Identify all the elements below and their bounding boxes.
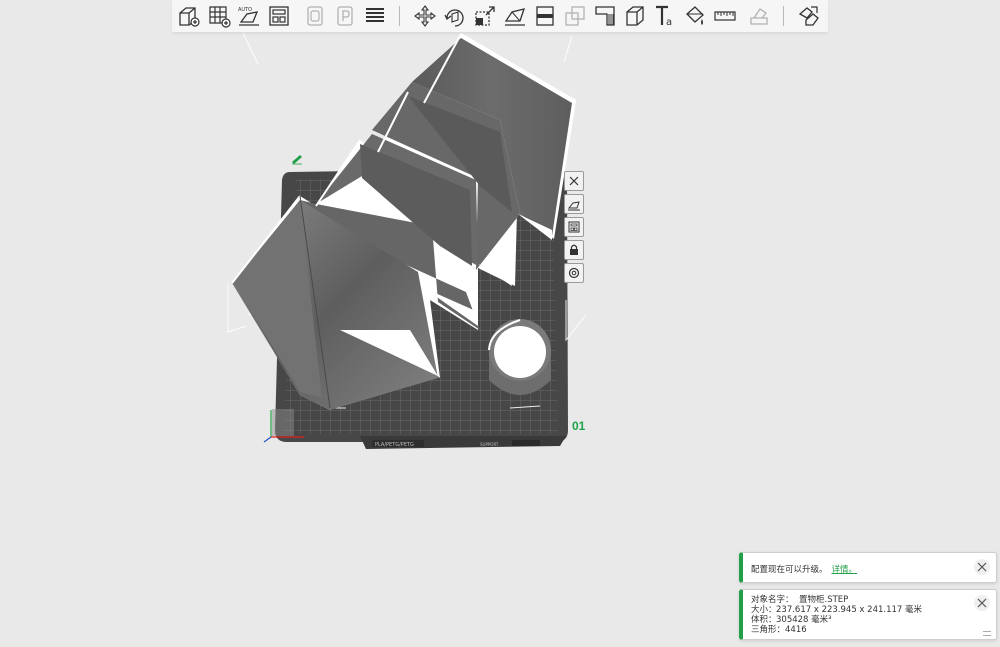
delete-icon	[569, 176, 579, 186]
update-notification: 配置现在可以升级。 详情。	[739, 552, 997, 583]
close-update-notification-button[interactable]	[974, 559, 990, 575]
object-triangles-value: 4416	[785, 625, 807, 635]
auto-orient-icon[interactable]: AUTO	[236, 4, 262, 28]
paste-icon[interactable]	[332, 4, 358, 28]
settings-icon	[568, 267, 580, 279]
lay-on-face-icon[interactable]	[502, 4, 528, 28]
text-icon[interactable]: a	[652, 4, 678, 28]
add-plate-icon[interactable]	[206, 4, 232, 28]
color-paint-icon[interactable]	[682, 4, 708, 28]
lock-plate-button[interactable]	[564, 240, 584, 260]
object-size-row: 大小：237.617 x 223.945 x 241.117 毫米	[751, 605, 922, 615]
auto-orient-plate-button[interactable]	[564, 194, 584, 214]
close-object-info-button[interactable]	[974, 595, 990, 611]
plate-number[interactable]: 01	[572, 419, 585, 433]
svg-text:a: a	[666, 17, 672, 28]
lock-icon	[570, 244, 578, 255]
arrange-plate-icon	[568, 221, 580, 233]
object-name-value: 置物柜.STEP	[799, 595, 849, 605]
object-info-notification: 对象名字： 置物柜.STEP 大小：237.617 x 223.945 x 241…	[739, 589, 997, 640]
arrange-icon[interactable]	[266, 4, 292, 28]
auto-orient-plate-icon	[567, 201, 580, 211]
slicer-window: PLA/PETG/PETG SUPPORT AUTO a 01 配置现在可以升级…	[0, 0, 1000, 647]
object-name-row: 对象名字： 置物柜.STEP	[751, 595, 848, 605]
move-icon[interactable]	[412, 4, 438, 28]
close-icon	[977, 598, 987, 608]
model-cylinder[interactable]	[488, 319, 551, 395]
plate-edit-icon[interactable]	[292, 155, 302, 165]
bed-label-support: SUPPORT	[480, 442, 499, 447]
resize-grip-icon[interactable]	[983, 631, 991, 636]
cut-icon[interactable]	[532, 4, 558, 28]
seam-paint-icon[interactable]	[622, 4, 648, 28]
object-volume-label: 体积：	[751, 615, 777, 625]
add-object-icon[interactable]	[176, 4, 202, 28]
plate-toolbar	[564, 171, 584, 286]
3d-viewport[interactable]: PLA/PETG/PETG SUPPORT	[0, 0, 1000, 647]
object-size-label: 大小：	[751, 605, 777, 615]
object-volume-row: 体积：305428 毫米³	[751, 615, 832, 625]
scale-icon[interactable]	[472, 4, 498, 28]
update-details-link[interactable]: 详情。	[832, 565, 858, 575]
arrange-plate-button[interactable]	[564, 217, 584, 237]
support-paint-icon[interactable]	[592, 4, 618, 28]
measure-icon[interactable]	[712, 4, 738, 28]
object-name-label: 对象名字：	[751, 595, 794, 605]
object-volume-value: 305428 毫米³	[776, 615, 832, 625]
object-size-value: 237.617 x 223.945 x 241.117 毫米	[776, 605, 923, 615]
delete-plate-button[interactable]	[564, 171, 584, 191]
object-triangles-label: 三角形：	[751, 625, 786, 635]
bed-label: PLA/PETG/PETG	[375, 442, 414, 448]
rotate-icon[interactable]	[442, 4, 468, 28]
assembly-view-icon[interactable]	[796, 4, 822, 28]
update-notification-text: 配置现在可以升级。	[751, 565, 828, 575]
plate-settings-button[interactable]	[564, 263, 584, 283]
layers-icon[interactable]	[362, 4, 388, 28]
svg-text:AUTO: AUTO	[238, 7, 252, 13]
boolean-icon[interactable]	[562, 4, 588, 28]
close-icon	[977, 562, 987, 572]
main-toolbar: AUTO a	[172, 0, 828, 33]
assembly-icon[interactable]	[746, 4, 772, 28]
object-triangles-row: 三角形：4416	[751, 625, 807, 635]
copy-icon[interactable]	[302, 4, 328, 28]
